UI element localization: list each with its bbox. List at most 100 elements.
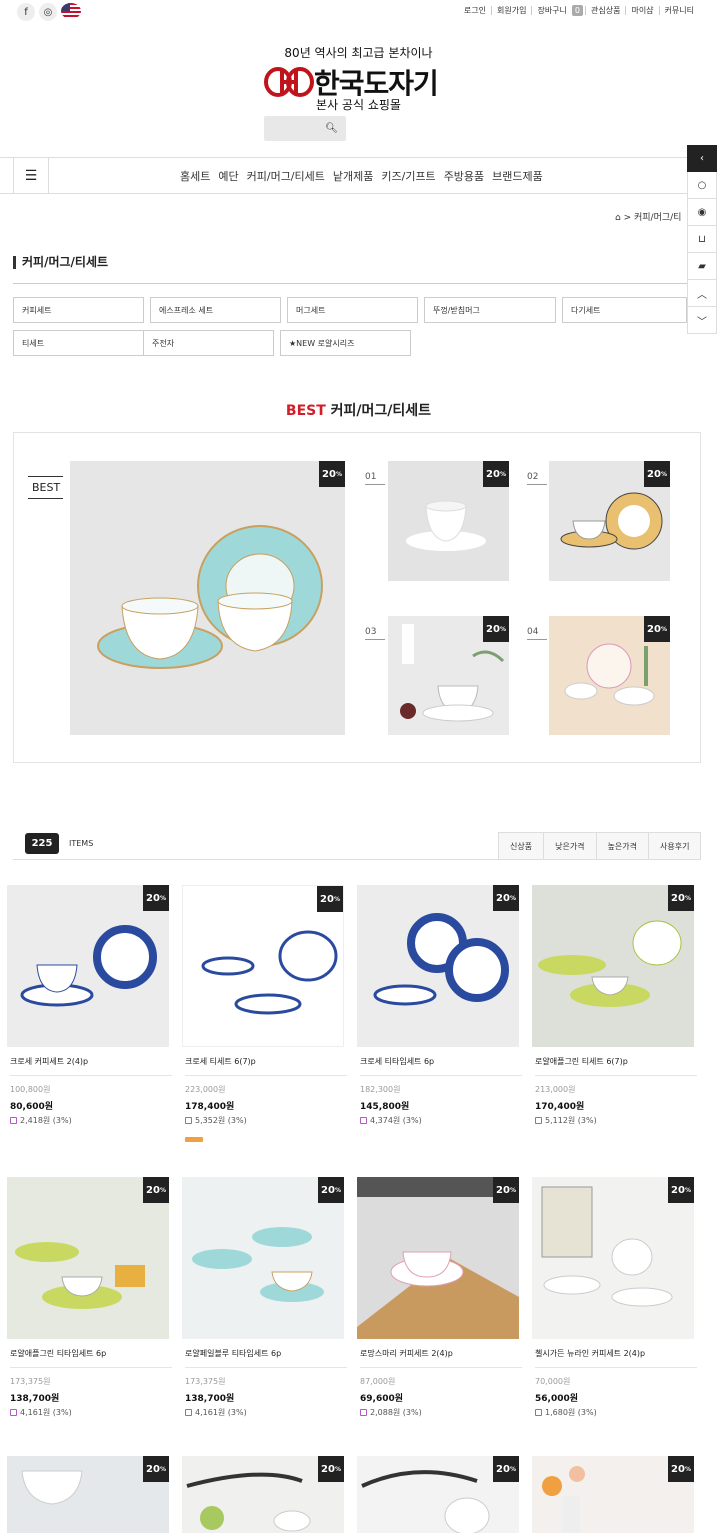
product-image[interactable]: 20% [357, 885, 519, 1047]
product-name[interactable]: 로얄페일블루 티타임세트 6p [185, 1348, 347, 1368]
sns-links: f ◎ [17, 3, 81, 21]
point-info: 2,418원 (3%) [10, 1115, 72, 1126]
product-name[interactable]: 로얄애플그린 티세트 6(7)p [535, 1056, 697, 1076]
product-image[interactable]: 20% [532, 1456, 694, 1533]
cart-count-badge: 0 [571, 5, 583, 16]
product-image[interactable]: 20% [182, 1177, 344, 1339]
discount-badge: 20% [318, 1456, 344, 1482]
discount-badge: 20% [493, 1177, 519, 1203]
product-name[interactable]: 로망스마리 커피세트 2(4)p [360, 1348, 522, 1368]
point-icon [360, 1117, 367, 1124]
divider [13, 283, 687, 284]
original-price: 87,000원 [360, 1377, 396, 1386]
nav-item[interactable]: 주방용품 [444, 168, 484, 184]
instagram-icon[interactable]: ◎ [39, 3, 57, 21]
discount-badge: 20% [483, 461, 509, 487]
breadcrumb-item[interactable]: 커피/머그/티 [634, 213, 681, 223]
nav-item[interactable]: 커피/머그/티세트 [247, 168, 325, 184]
product-name[interactable]: 크로세 커피세트 2(4)p [10, 1056, 172, 1076]
product-name[interactable]: 크로세 티세트 6(7)p [185, 1056, 347, 1076]
discount-badge: 20% [143, 1177, 169, 1203]
product-image[interactable]: 20% [182, 885, 344, 1047]
sale-price: 80,600원 [10, 1102, 54, 1112]
item-count-label: ITEMS [69, 839, 94, 848]
subcategory-button[interactable]: 주전자 [143, 330, 274, 356]
brand-tagline: 80년 역사의 최고급 본차이나 [284, 46, 433, 60]
product-image[interactable]: 20% [532, 1177, 694, 1339]
mypage-link[interactable]: 마이샵 [625, 6, 658, 15]
menu-icon[interactable]: ☰ [13, 157, 49, 194]
original-price: 182,300원 [360, 1085, 401, 1094]
search-icon[interactable]: 🔍︎ [325, 123, 338, 134]
product-image[interactable]: 20% [182, 1456, 344, 1533]
nav-item[interactable]: 낱개제품 [333, 168, 373, 184]
sort-reviews[interactable]: 사용후기 [648, 832, 702, 860]
us-flag-icon[interactable] [61, 3, 81, 19]
sale-price: 145,800원 [360, 1102, 410, 1112]
subcategory-button[interactable]: 다기세트 [562, 297, 687, 323]
point-icon [10, 1409, 17, 1416]
chevron-down-icon[interactable]: ﹀ [687, 307, 717, 334]
subcategory-button[interactable]: 티세트 [13, 330, 144, 356]
facebook-icon[interactable]: f [17, 3, 35, 21]
best-main-product-image[interactable]: 20% [70, 461, 345, 735]
subcategory-button[interactable]: 커피세트 [13, 297, 144, 323]
community-link[interactable]: 커뮤니티 [658, 6, 699, 15]
cart-link[interactable]: 장바구니 [531, 6, 571, 15]
product-image[interactable]: 20% [357, 1456, 519, 1533]
sale-price: 170,400원 [535, 1102, 585, 1112]
item-count-badge: 225 [25, 833, 59, 854]
chevron-left-icon[interactable]: ‹ [687, 145, 717, 172]
subcategory-button[interactable]: 뚜껑/받침머그 [424, 297, 556, 323]
chevron-up-icon[interactable]: ︿ [687, 280, 717, 307]
product-name[interactable]: 크로세 티타임세트 6p [360, 1056, 522, 1076]
point-info: 5,352원 (3%) [185, 1115, 247, 1126]
top-menu: 로그인 회원가입 장바구니 0 관심상품 마이샵 커뮤니티 [459, 5, 699, 16]
login-link[interactable]: 로그인 [459, 6, 491, 15]
nav-item[interactable]: 예단 [218, 168, 238, 184]
home-icon[interactable]: ⌂ [615, 213, 621, 223]
breadcrumb: ⌂ > 커피/머그/티 [615, 213, 682, 223]
discount-badge: 20% [493, 885, 519, 911]
search-icon[interactable]: ○ [687, 172, 717, 199]
best-label: BEST [28, 476, 63, 499]
nav-item[interactable]: 홈세트 [180, 168, 210, 184]
product-image[interactable]: 20% [7, 885, 169, 1047]
subcategory-button[interactable]: ★NEW 로얄시리즈 [280, 330, 411, 356]
product-image[interactable]: 20% [7, 1177, 169, 1339]
point-icon [10, 1117, 17, 1124]
join-link[interactable]: 회원가입 [491, 6, 531, 15]
sort-low-price[interactable]: 낮은가격 [543, 832, 596, 860]
original-price: 100,800원 [10, 1085, 51, 1094]
eye-icon[interactable]: ◉ [687, 199, 717, 226]
truck-icon[interactable]: ▰ [687, 253, 717, 280]
sort-newest[interactable]: 신상품 [498, 832, 544, 860]
nav-item[interactable]: 키즈/기프트 [381, 168, 435, 184]
sort-high-price[interactable]: 높은가격 [595, 832, 648, 860]
original-price: 173,375원 [10, 1377, 51, 1386]
discount-badge: 20% [318, 1177, 344, 1203]
point-icon [535, 1117, 542, 1124]
wishlist-link[interactable]: 관심상품 [585, 6, 625, 15]
point-info: 5,112원 (3%) [535, 1115, 597, 1126]
product-name[interactable]: 로얄애플그린 티타임세트 6p [10, 1348, 172, 1368]
subcategory-button[interactable]: 에스프레소 세트 [150, 297, 281, 323]
discount-badge: 20% [319, 461, 345, 487]
product-image[interactable]: 20% [7, 1456, 169, 1533]
rank-number: 04 [527, 627, 547, 640]
best-product-image[interactable]: 20% [549, 461, 670, 581]
best-product-image[interactable]: 20% [388, 461, 509, 581]
product-name[interactable]: 첼시가든 뉴라인 커피세트 2(4)p [535, 1348, 697, 1368]
nav-item[interactable]: 브랜드제품 [492, 168, 543, 184]
search-box[interactable]: 🔍︎ [264, 116, 346, 141]
product-image[interactable]: 20% [532, 885, 694, 1047]
subcategory-button[interactable]: 머그세트 [287, 297, 418, 323]
best-section-title: BEST 커피/머그/티세트 [0, 400, 717, 420]
point-info: 4,161원 (3%) [185, 1407, 247, 1418]
original-price: 213,000원 [535, 1085, 576, 1094]
best-product-image[interactable]: 20% [388, 616, 509, 735]
point-icon [185, 1117, 192, 1124]
product-image[interactable]: 20% [357, 1177, 519, 1339]
best-product-image[interactable]: 20% [549, 616, 670, 735]
cart-icon[interactable]: ⊔ [687, 226, 717, 253]
